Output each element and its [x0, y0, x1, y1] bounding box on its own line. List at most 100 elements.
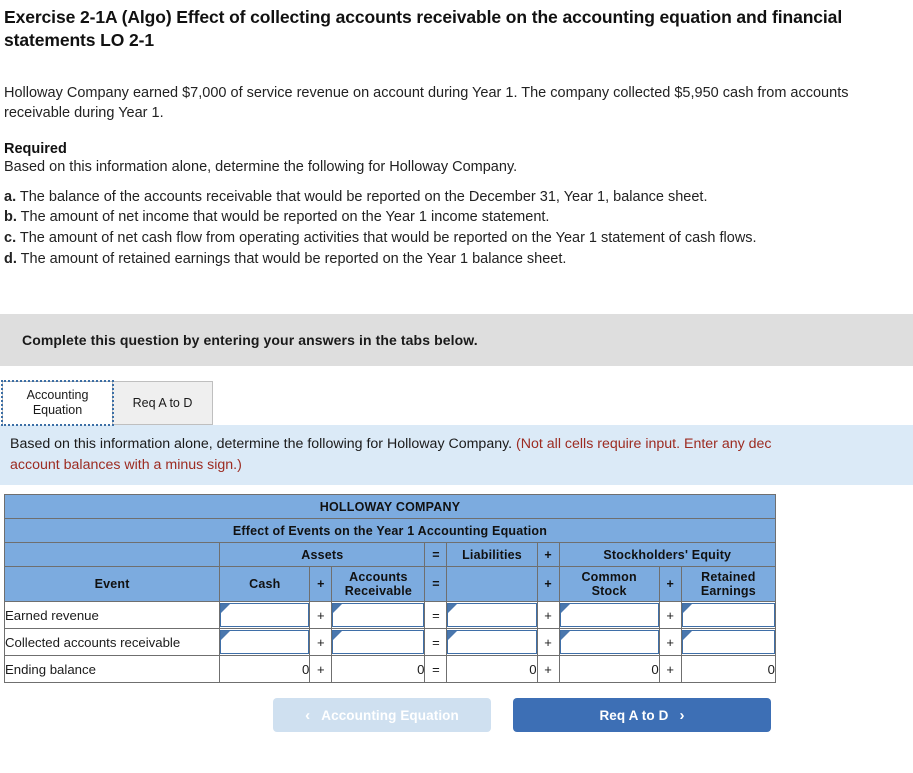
total-ending-balance-retained-earnings: 0	[680, 655, 777, 684]
group-header-stockholders-equity: Stockholders' Equity	[558, 542, 777, 568]
worksheet-company-name: HOLLOWAY COMPANY	[4, 494, 776, 520]
input-earned-revenue-retained-earnings[interactable]	[681, 603, 775, 628]
required-heading: Required	[4, 141, 67, 158]
input-collected-ar-accounts-receivable[interactable]	[332, 630, 425, 655]
requirement-text-b: The amount of net income that would be r…	[20, 209, 550, 226]
operator-plus: +	[658, 601, 682, 630]
operator-equals: =	[424, 628, 448, 657]
previous-tab-button[interactable]: ‹ Accounting Equation	[273, 698, 491, 733]
required-intro: Based on this information alone, determi…	[4, 159, 518, 176]
total-ending-balance-liabilities: 0	[446, 655, 538, 684]
worksheet-navigation: ‹ Accounting Equation Req A to D ›	[0, 683, 913, 733]
tab-bar: Accounting Equation Req A to D	[0, 379, 913, 427]
input-collected-ar-retained-earnings[interactable]	[681, 630, 775, 655]
row-label-collected-accounts-receivable: Collected accounts receivable	[3, 628, 221, 657]
table-row-column-headers: Event Cash + Accounts Receivable = + Com…	[3, 566, 777, 603]
tab-accounting-equation[interactable]: Accounting Equation	[1, 380, 114, 427]
scenario-text: Holloway Company earned $7,000 of servic…	[4, 84, 849, 122]
total-ending-balance-common-stock: 0	[558, 655, 660, 684]
requirement-marker-c: c.	[4, 230, 17, 247]
column-header-plus-b: +	[536, 566, 560, 603]
requirement-item-d: d. The amount of retained earnings that …	[4, 249, 903, 270]
input-collected-ar-common-stock[interactable]	[559, 630, 659, 655]
requirement-text-a: The balance of the accounts receivable t…	[19, 188, 708, 205]
requirement-marker-d: d.	[4, 251, 17, 268]
operator-plus: +	[536, 601, 560, 630]
tab-req-a-to-d-label: Req A to D	[132, 395, 193, 410]
cell-earned-revenue-liabilities[interactable]	[446, 601, 538, 630]
page-title: Exercise 2-1A (Algo) Effect of collectin…	[4, 7, 843, 51]
requirements-list: a. The balance of the accounts receivabl…	[0, 187, 913, 271]
table-row-group-headers: Assets = Liabilities + Stockholders' Equ…	[3, 542, 777, 568]
column-header-common-stock: Common Stock	[558, 566, 660, 603]
chevron-right-icon: ›	[679, 706, 685, 724]
cell-earned-revenue-retained-earnings[interactable]	[680, 601, 777, 630]
column-header-equals: =	[424, 566, 448, 603]
tab-instruction-line2: account balances with a minus sign.)	[10, 456, 242, 473]
column-header-liabilities-blank	[446, 566, 538, 603]
cell-collected-ar-retained-earnings[interactable]	[680, 628, 777, 657]
requirement-text-c: The amount of net cash flow from operati…	[19, 230, 757, 247]
operator-plus: +	[309, 655, 333, 684]
cell-collected-ar-accounts-receivable[interactable]	[331, 628, 426, 657]
row-label-earned-revenue: Earned revenue	[3, 601, 221, 630]
operator-plus: +	[536, 655, 560, 684]
cell-earned-revenue-common-stock[interactable]	[558, 601, 660, 630]
requirement-marker-b: b.	[4, 209, 17, 226]
group-header-equals: =	[424, 542, 448, 568]
tab-instruction-hint: (Not all cells require input. Enter any …	[516, 436, 772, 453]
operator-plus: +	[309, 628, 333, 657]
input-earned-revenue-cash[interactable]	[220, 603, 310, 628]
column-header-plus-c: +	[658, 566, 682, 603]
operator-equals: =	[424, 655, 448, 684]
cell-collected-ar-common-stock[interactable]	[558, 628, 660, 657]
input-collected-ar-liabilities[interactable]	[447, 630, 537, 655]
total-ending-balance-cash: 0	[219, 655, 311, 684]
column-header-event: Event	[3, 566, 221, 603]
input-collected-ar-cash[interactable]	[220, 630, 310, 655]
cell-earned-revenue-accounts-receivable[interactable]	[331, 601, 426, 630]
table-row-company: HOLLOWAY COMPANY	[4, 494, 776, 520]
input-earned-revenue-common-stock[interactable]	[559, 603, 659, 628]
previous-tab-button-label: Accounting Equation	[321, 707, 459, 723]
cell-collected-ar-liabilities[interactable]	[446, 628, 538, 657]
group-header-plus: +	[536, 542, 560, 568]
tab-instruction-main: Based on this information alone, determi…	[10, 436, 517, 453]
requirement-item-b: b. The amount of net income that would b…	[4, 207, 903, 228]
next-tab-button[interactable]: Req A to D ›	[513, 698, 771, 733]
instruction-callout: Complete this question by entering your …	[0, 314, 913, 367]
column-header-plus-a: +	[309, 566, 333, 603]
accounting-equation-table: HOLLOWAY COMPANY Effect of Events on the…	[3, 494, 777, 684]
chevron-left-icon: ‹	[305, 706, 311, 724]
total-ending-balance-accounts-receivable: 0	[331, 655, 426, 684]
tab-instruction-line1: Based on this information alone, determi…	[10, 434, 913, 455]
table-row: Earned revenue + = + +	[3, 601, 777, 630]
requirement-item-a: a. The balance of the accounts receivabl…	[4, 187, 903, 208]
operator-plus: +	[309, 601, 333, 630]
group-header-assets: Assets	[219, 542, 426, 568]
cell-collected-ar-cash[interactable]	[219, 628, 311, 657]
input-earned-revenue-liabilities[interactable]	[447, 603, 537, 628]
input-earned-revenue-accounts-receivable[interactable]	[332, 603, 425, 628]
operator-plus: +	[658, 655, 682, 684]
tab-req-a-to-d[interactable]: Req A to D	[113, 381, 213, 426]
operator-plus: +	[658, 628, 682, 657]
column-header-accounts-receivable: Accounts Receivable	[331, 566, 426, 603]
group-header-blank	[3, 542, 221, 568]
worksheet-subtitle: Effect of Events on the Year 1 Accountin…	[4, 518, 776, 544]
worksheet-container: HOLLOWAY COMPANY Effect of Events on the…	[0, 485, 913, 684]
column-header-cash: Cash	[219, 566, 311, 603]
requirement-item-c: c. The amount of net cash flow from oper…	[4, 228, 903, 249]
cell-earned-revenue-cash[interactable]	[219, 601, 311, 630]
table-row: Ending balance 0 + 0 = 0 + 0 + 0	[3, 655, 777, 684]
requirement-text-d: The amount of retained earnings that wou…	[20, 251, 567, 268]
instruction-callout-text: Complete this question by entering your …	[22, 332, 478, 349]
group-header-liabilities: Liabilities	[446, 542, 538, 568]
operator-equals: =	[424, 601, 448, 630]
row-label-ending-balance: Ending balance	[3, 655, 221, 684]
operator-plus: +	[536, 628, 560, 657]
table-row: Collected accounts receivable + = + +	[3, 628, 777, 657]
tab-instruction-band: Based on this information alone, determi…	[0, 425, 913, 486]
requirement-marker-a: a.	[4, 188, 17, 205]
